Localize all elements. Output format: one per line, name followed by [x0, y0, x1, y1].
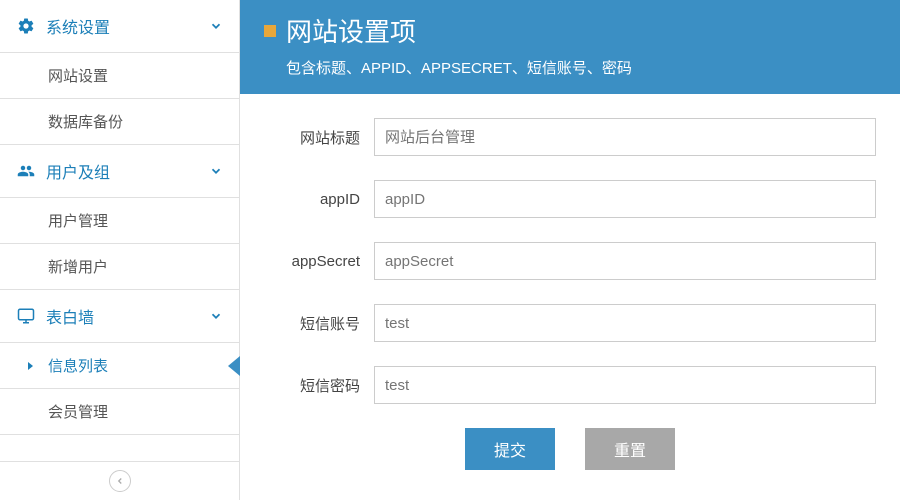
site-title-input[interactable]	[374, 118, 876, 156]
chevron-down-icon	[209, 309, 223, 323]
form-buttons: 提交 重置	[264, 428, 876, 470]
sidebar-header-label: 系统设置	[46, 14, 110, 38]
appid-input[interactable]	[374, 180, 876, 218]
sidebar-section-users: 用户及组 用户管理 新增用户	[0, 145, 239, 290]
main-area: 网站设置项 包含标题、APPID、APPSECRET、短信账号、密码 网站标题 …	[240, 0, 900, 500]
form-row-sms-password: 短信密码	[264, 366, 876, 404]
sidebar-item-user-add[interactable]: 新增用户	[0, 243, 239, 289]
sidebar-item-info-list[interactable]: 信息列表	[0, 342, 239, 388]
form-row-title: 网站标题	[264, 118, 876, 156]
sidebar-header-users[interactable]: 用户及组	[0, 145, 239, 197]
sidebar-collapse-area	[0, 461, 239, 500]
form-row-appid: appID	[264, 180, 876, 218]
sidebar-header-label: 用户及组	[46, 159, 110, 183]
sidebar-item-member-manage[interactable]: 会员管理	[0, 388, 239, 434]
sidebar-item-label: 数据库备份	[48, 114, 123, 131]
form-label: appID	[264, 191, 374, 208]
sidebar-header-system[interactable]: 系统设置	[0, 0, 239, 52]
form-area: 网站标题 appID appSecret 短信账号 短信密码 提交 重置	[240, 94, 900, 500]
page-banner: 网站设置项 包含标题、APPID、APPSECRET、短信账号、密码	[240, 0, 900, 94]
sidebar-item-site-settings[interactable]: 网站设置	[0, 52, 239, 98]
form-label: 短信密码	[264, 375, 374, 396]
form-row-sms-account: 短信账号	[264, 304, 876, 342]
page-subtitle: 包含标题、APPID、APPSECRET、短信账号、密码	[286, 57, 876, 78]
sidebar-header-label: 表白墙	[46, 304, 94, 328]
chevron-left-icon	[115, 476, 125, 486]
sidebar-item-label: 用户管理	[48, 213, 108, 230]
monitor-icon	[16, 306, 36, 326]
page-title: 网站设置项	[264, 12, 876, 49]
users-icon	[16, 161, 36, 181]
sidebar-item-user-manage[interactable]: 用户管理	[0, 197, 239, 243]
chevron-down-icon	[209, 19, 223, 33]
chevron-down-icon	[209, 164, 223, 178]
form-label: appSecret	[264, 253, 374, 270]
sidebar: 系统设置 网站设置 数据库备份 用户及组	[0, 0, 240, 500]
collapse-button[interactable]	[109, 470, 131, 492]
form-row-appsecret: appSecret	[264, 242, 876, 280]
sidebar-item-label: 新增用户	[48, 259, 108, 276]
form-label: 短信账号	[264, 313, 374, 334]
sms-password-input[interactable]	[374, 366, 876, 404]
submit-button[interactable]: 提交	[465, 428, 555, 470]
reset-button[interactable]: 重置	[585, 428, 675, 470]
sidebar-header-wall[interactable]: 表白墙	[0, 290, 239, 342]
sidebar-section-system: 系统设置 网站设置 数据库备份	[0, 0, 239, 145]
appsecret-input[interactable]	[374, 242, 876, 280]
sidebar-item-label: 会员管理	[48, 404, 108, 421]
form-label: 网站标题	[264, 127, 374, 148]
gear-icon	[16, 16, 36, 36]
sidebar-item-db-backup[interactable]: 数据库备份	[0, 98, 239, 144]
sidebar-item-label: 信息列表	[48, 358, 108, 375]
sidebar-section-wall: 表白墙 信息列表 会员管理	[0, 290, 239, 435]
sms-account-input[interactable]	[374, 304, 876, 342]
sidebar-item-label: 网站设置	[48, 68, 108, 85]
